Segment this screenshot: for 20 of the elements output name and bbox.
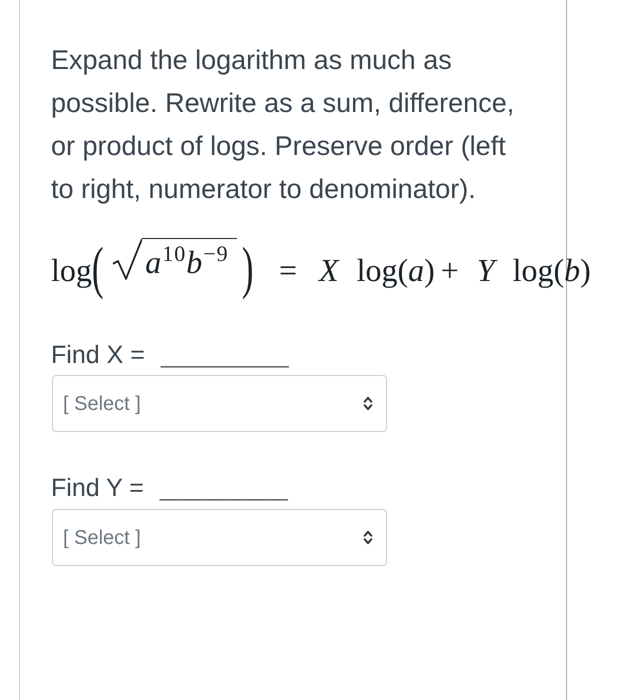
select-dropdown[interactable]: [ Select ] bbox=[52, 509, 387, 566]
log-term: log(b) bbox=[512, 251, 591, 289]
plus-sign: + bbox=[440, 251, 459, 289]
question-label: Find X = bbox=[51, 340, 145, 371]
variable: X bbox=[319, 251, 339, 289]
log-function: log bbox=[51, 251, 92, 289]
right-parenthesis: ) bbox=[242, 239, 254, 297]
answer-blank: __________ bbox=[160, 474, 288, 503]
answer-blank: __________ bbox=[160, 341, 289, 370]
radical-sign-icon bbox=[112, 238, 142, 281]
equals-sign: = bbox=[278, 251, 298, 289]
up-down-chevron-icon bbox=[363, 530, 373, 545]
log-term: log(a) bbox=[356, 251, 435, 289]
select-dropdown[interactable]: [ Select ] bbox=[52, 375, 387, 432]
question-label: Find Y = bbox=[51, 473, 144, 504]
left-parenthesis: ( bbox=[92, 239, 104, 297]
up-down-chevron-icon bbox=[363, 396, 373, 411]
variable: Y bbox=[476, 251, 495, 289]
instructions-text: Expand the logarithm as much as possible. Rewrite as a sum, difference, or product of logs. Preserve order (left to right, numerator to denominator). bbox=[51, 44, 516, 206]
radicand: a$^{10}$b$^{−9}$ bbox=[142, 238, 237, 281]
